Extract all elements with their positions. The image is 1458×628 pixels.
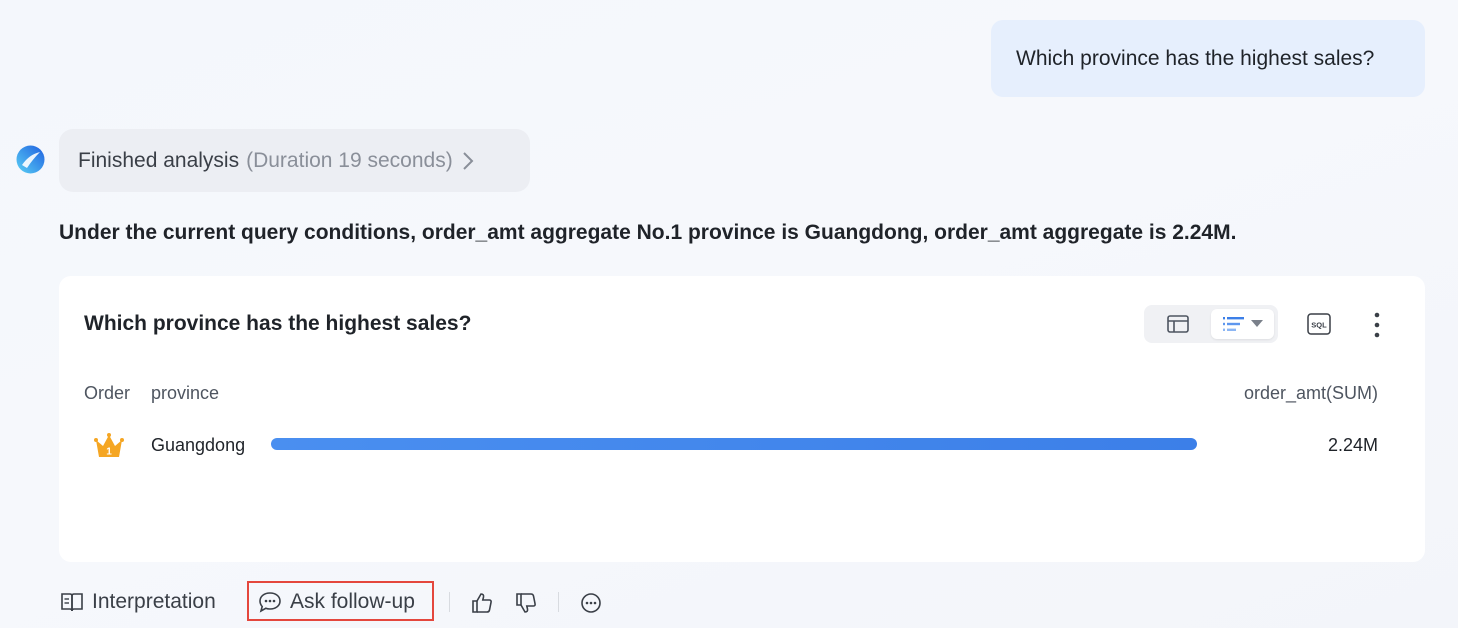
user-message-bubble: Which province has the highest sales?: [991, 20, 1425, 97]
rank-number: 1: [106, 447, 112, 458]
result-card: Which province has the highest sales? SQ…: [59, 276, 1425, 562]
ranking-view-button[interactable]: [1211, 309, 1274, 339]
view-switcher: [1144, 305, 1278, 343]
caret-down-icon: [1250, 320, 1263, 327]
divider: [449, 592, 450, 612]
more-options-icon[interactable]: [1367, 312, 1387, 338]
chat-bubble-icon: [258, 591, 282, 613]
table-view-button[interactable]: [1152, 309, 1204, 339]
crown-rank-icon: 1: [94, 432, 124, 460]
thumbs-up-icon[interactable]: [470, 591, 494, 615]
value-bar: [271, 438, 1197, 450]
row-province: Guangdong: [151, 435, 246, 455]
thumbs-down-icon[interactable]: [514, 591, 538, 615]
more-feedback-icon[interactable]: [579, 591, 603, 615]
sql-label: SQL: [1311, 321, 1327, 330]
column-header-province: province: [151, 383, 220, 403]
answer-summary: Under the current query conditions, orde…: [59, 221, 1237, 244]
sql-button[interactable]: SQL: [1307, 313, 1331, 335]
ask-follow-up-button[interactable]: Ask follow-up: [258, 590, 415, 614]
card-title: Which province has the highest sales?: [84, 312, 472, 335]
analysis-status-pill[interactable]: Finished analysis (Duration 19 seconds): [59, 129, 530, 192]
row-value: 2.24M: [1327, 435, 1378, 455]
interpretation-label: Interpretation: [92, 590, 216, 613]
interpretation-button[interactable]: Interpretation: [60, 590, 216, 614]
divider: [558, 592, 559, 612]
user-message-text: Which province has the highest sales?: [1016, 46, 1375, 70]
value-bar-track: [271, 438, 1197, 450]
assistant-avatar-icon: [15, 144, 46, 175]
column-header-metric: order_amt(SUM): [1243, 383, 1378, 403]
book-icon: [60, 591, 84, 613]
column-header-order: Order: [84, 383, 131, 403]
ask-follow-up-label: Ask follow-up: [290, 590, 415, 613]
status-duration: (Duration 19 seconds): [246, 148, 453, 172]
ranking-list-icon: [1222, 317, 1244, 331]
status-text: Finished analysis: [78, 148, 240, 172]
chevron-right-icon: [462, 151, 474, 171]
table-icon: [1167, 315, 1189, 333]
